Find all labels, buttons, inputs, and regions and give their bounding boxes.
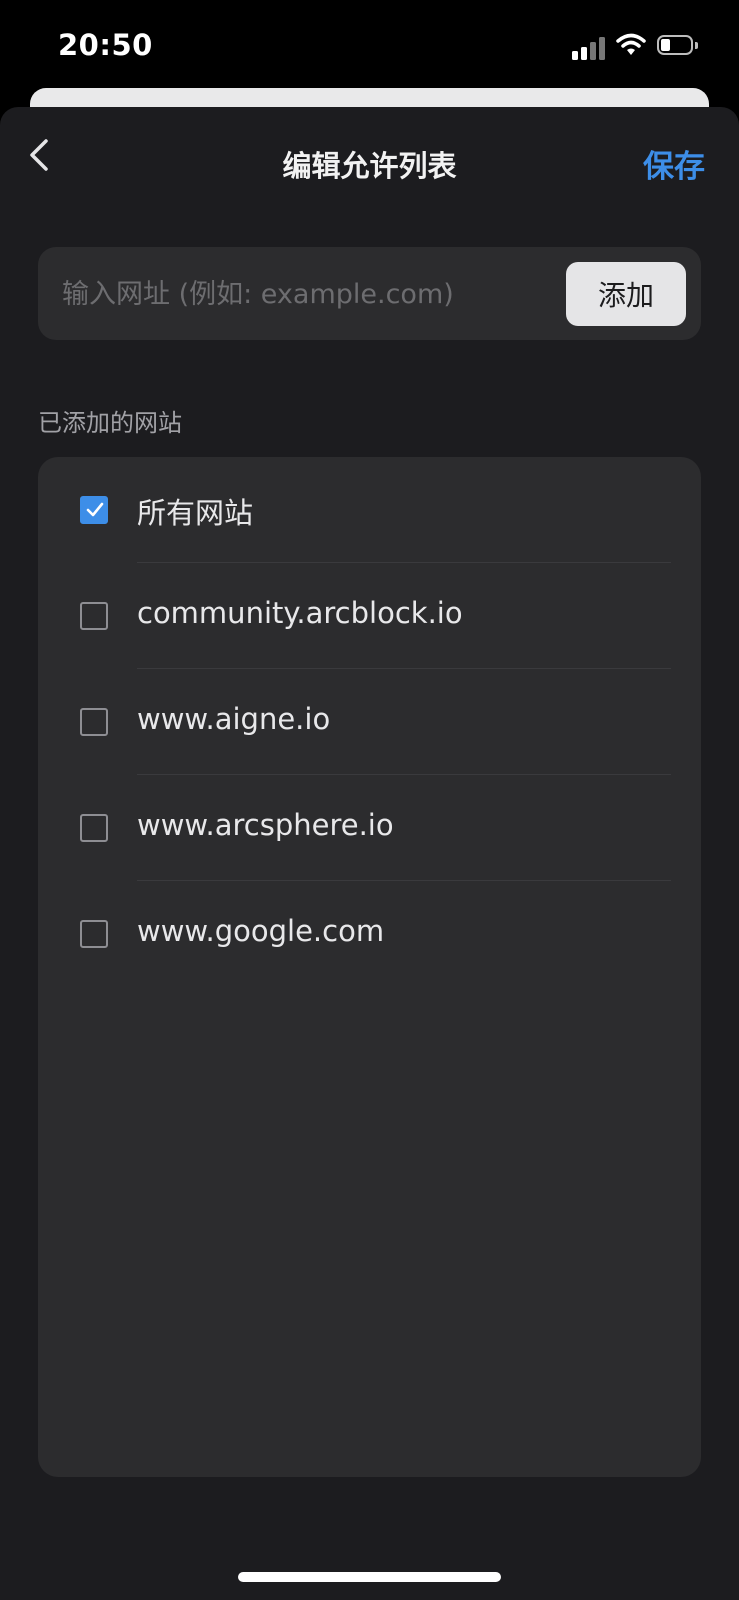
checkbox[interactable] xyxy=(80,602,108,630)
checkbox[interactable] xyxy=(80,920,108,948)
site-label: community.arcblock.io xyxy=(137,596,463,630)
site-item-community-arcblock[interactable]: community.arcblock.io xyxy=(38,563,701,669)
checkbox[interactable] xyxy=(80,708,108,736)
nav-bar: 编辑允许列表 保存 xyxy=(0,107,739,217)
site-item-arcsphere[interactable]: www.arcsphere.io xyxy=(38,775,701,881)
section-label: 已添加的网站 xyxy=(38,409,182,437)
save-button[interactable]: 保存 xyxy=(643,141,705,186)
site-label: www.aigne.io xyxy=(137,702,331,736)
page-title: 编辑允许列表 xyxy=(282,149,457,183)
checkbox[interactable] xyxy=(80,814,108,842)
site-label: www.arcsphere.io xyxy=(137,808,394,842)
allowlist-sheet: 编辑允许列表 保存 添加 已添加的网站 所有网站 community.arcbl… xyxy=(0,107,739,1600)
site-item-aigne[interactable]: www.aigne.io xyxy=(38,669,701,775)
add-button[interactable]: 添加 xyxy=(566,262,686,326)
home-indicator[interactable] xyxy=(238,1572,501,1582)
site-item-all-sites[interactable]: 所有网站 xyxy=(38,457,701,563)
add-site-row: 添加 xyxy=(38,247,701,340)
cellular-signal-icon xyxy=(572,36,606,60)
wifi-icon xyxy=(616,33,646,61)
site-item-google[interactable]: www.google.com xyxy=(38,881,701,987)
site-list: 所有网站 community.arcblock.io www.aigne.io … xyxy=(38,457,701,1477)
site-label: 所有网站 xyxy=(137,496,254,530)
checkmark-icon xyxy=(86,502,104,517)
battery-icon xyxy=(657,35,699,57)
status-time: 20:50 xyxy=(58,28,153,62)
url-input[interactable] xyxy=(60,263,584,325)
site-label: www.google.com xyxy=(137,914,385,948)
checkbox-checked[interactable] xyxy=(80,496,108,524)
status-bar: 20:50 xyxy=(0,0,739,95)
